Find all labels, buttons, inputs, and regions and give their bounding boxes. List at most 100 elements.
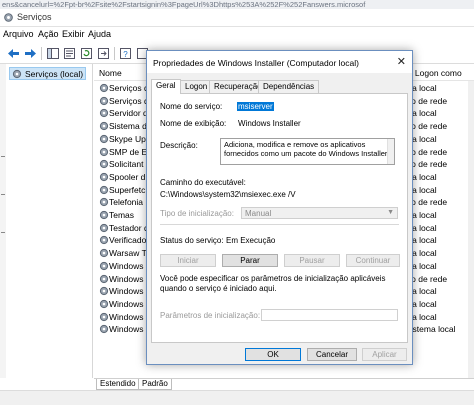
- service-name-cell: SMP de E: [109, 146, 148, 157]
- service-name-cell: Servidor d: [109, 108, 148, 119]
- browser-url-strip: ens&cancelurl=%2Fpt-br%2Fsite%2Fstartsig…: [0, 0, 474, 9]
- apply-button[interactable]: Aplicar: [362, 348, 407, 361]
- description-box[interactable]: Adiciona, modifica e remove os aplicativ…: [220, 138, 395, 165]
- exec-path-value[interactable]: C:\Windows\system32\msiexec.exe /V: [160, 190, 296, 199]
- service-gear-icon: [99, 83, 109, 93]
- tree-item-label: Serviços (local): [25, 68, 84, 79]
- menu-acao[interactable]: Ação: [38, 29, 59, 39]
- window-title: Serviços: [17, 12, 52, 22]
- startup-type-label: Tipo de inicialização:: [160, 209, 234, 218]
- tab-general[interactable]: Geral: [151, 79, 181, 94]
- cancel-button[interactable]: Cancelar: [307, 348, 357, 361]
- service-gear-icon: [99, 160, 109, 169]
- service-gear-icon: [99, 109, 109, 118]
- properties-dialog: Propriedades de Windows Installer (Compu…: [146, 50, 413, 365]
- display-name-label: Nome de exibição:: [160, 119, 227, 128]
- continue-button[interactable]: Continuar: [346, 254, 400, 267]
- service-name-cell: Windows: [109, 311, 144, 322]
- window-titlebar: Serviços: [0, 9, 474, 27]
- export-icon: [98, 48, 109, 59]
- description-label: Descrição:: [160, 141, 198, 150]
- service-name-value[interactable]: msiserver: [237, 102, 274, 111]
- service-gear-icon: [99, 147, 109, 156]
- refresh-icon: [81, 48, 92, 59]
- params-hint: Você pode especificar os parâmetros de i…: [160, 274, 386, 293]
- svg-text:?: ?: [123, 50, 128, 59]
- refresh-button[interactable]: [79, 46, 94, 61]
- export-list-button[interactable]: [96, 46, 111, 61]
- service-name-cell: Telefonia: [109, 197, 144, 208]
- description-scrollbar[interactable]: [387, 139, 394, 164]
- tab-logon[interactable]: Logon: [180, 80, 213, 93]
- arrow-left-icon: [8, 49, 19, 58]
- tab-extended[interactable]: Estendido: [96, 379, 140, 390]
- divider: [160, 224, 399, 225]
- service-name-cell: Spooler d: [109, 171, 146, 182]
- params-input[interactable]: [261, 309, 398, 321]
- service-gear-icon: [99, 236, 109, 245]
- service-gear-icon: [99, 325, 109, 334]
- service-name-cell: Sistema d: [109, 121, 147, 132]
- service-gear-icon: [99, 198, 109, 207]
- menu-bar: Arquivo Ação Exibir Ajuda: [0, 28, 474, 42]
- arrow-right-icon: [25, 49, 36, 58]
- tab-dependencies[interactable]: Dependências: [258, 80, 320, 93]
- service-name-cell: Solicitant: [109, 159, 144, 170]
- service-gear-icon: [99, 96, 109, 105]
- service-name-cell: Windows: [109, 273, 144, 284]
- service-name-cell: Temas: [109, 210, 135, 220]
- service-gear-icon: [99, 312, 109, 321]
- help-icon: ?: [120, 48, 131, 59]
- service-gear-icon: [99, 299, 109, 308]
- general-tab-panel: Nome do serviço: msiserver Nome de exibi…: [151, 93, 408, 343]
- list-scrollbar[interactable]: [468, 81, 474, 378]
- tab-standard[interactable]: Padrão: [138, 379, 172, 390]
- service-gear-icon: [99, 121, 109, 131]
- menu-exibir[interactable]: Exibir: [62, 29, 85, 39]
- console-tree-icon: [46, 48, 59, 59]
- show-hide-tree-button[interactable]: [45, 46, 60, 61]
- service-name-cell: Serviços d: [109, 95, 149, 106]
- service-gear-icon: [99, 248, 109, 258]
- service-gear-icon: [99, 274, 109, 283]
- service-name-cell: Warsaw T: [109, 248, 147, 259]
- service-gear-icon: [99, 287, 109, 296]
- chevron-down-icon: ▼: [387, 209, 394, 216]
- start-button[interactable]: Iniciar: [160, 254, 216, 267]
- service-name-cell: Windows: [109, 298, 144, 309]
- stop-button[interactable]: Parar: [222, 254, 278, 267]
- ok-button[interactable]: OK: [245, 348, 301, 361]
- service-name-cell: Windows: [109, 260, 144, 271]
- back-button[interactable]: [6, 46, 21, 61]
- exec-path-label: Caminho do executável:: [160, 178, 246, 187]
- tree-item-services-local[interactable]: Serviços (local): [9, 67, 87, 80]
- params-label: Parâmetros de inicialização:: [160, 311, 261, 320]
- status-bar: [0, 390, 474, 405]
- gear-icon: [12, 69, 22, 78]
- properties-button[interactable]: [62, 46, 77, 61]
- service-gear-icon: [99, 210, 109, 220]
- close-icon[interactable]: ✕: [397, 55, 406, 68]
- startup-type-select[interactable]: Manual ▼: [241, 207, 398, 219]
- display-name-value[interactable]: Windows Installer: [238, 119, 301, 128]
- service-name-cell: Verificado: [109, 235, 147, 246]
- service-name-cell: Superfetc: [109, 184, 146, 195]
- dialog-title: Propriedades de Windows Installer (Compu…: [153, 58, 359, 68]
- column-logon-as[interactable]: er Logon como: [405, 68, 462, 78]
- service-name-label: Nome do serviço:: [160, 102, 223, 111]
- tree-pane: Serviços (local): [6, 64, 93, 378]
- view-tabs: Estendido Padrão: [94, 378, 474, 390]
- menu-arquivo[interactable]: Arquivo: [3, 29, 34, 39]
- service-name-cell: Serviços d: [109, 83, 149, 93]
- pause-button[interactable]: Pausar: [284, 254, 340, 267]
- service-gear-icon: [99, 172, 109, 181]
- service-name-cell: Windows: [109, 286, 144, 297]
- services-gear-icon: [4, 13, 13, 22]
- description-text: Adiciona, modifica e remove os aplicativ…: [224, 140, 388, 158]
- forward-button[interactable]: [23, 46, 38, 61]
- status-label: Status do serviço:: [160, 236, 224, 245]
- status-value: Em Execução: [226, 236, 276, 245]
- column-name[interactable]: Nome: [99, 68, 122, 78]
- help-button[interactable]: ?: [118, 46, 133, 61]
- menu-ajuda[interactable]: Ajuda: [88, 29, 111, 39]
